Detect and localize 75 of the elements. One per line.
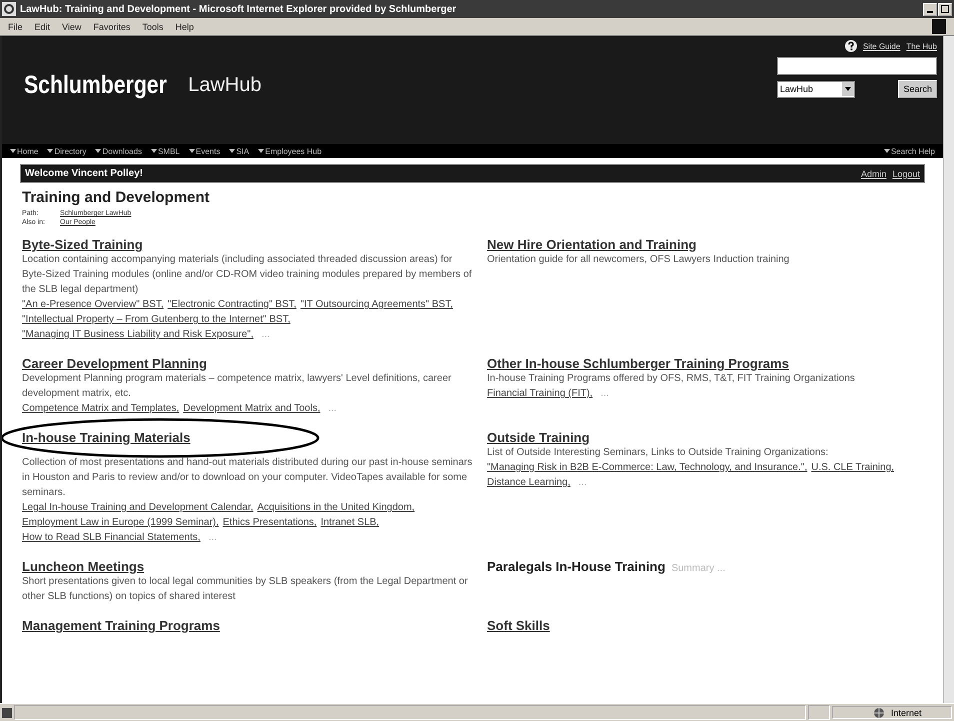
header-link[interactable]: The Hub	[906, 42, 937, 50]
resource-link[interactable]: "Intellectual Property – From Gutenberg to the Internet" BST,	[22, 312, 290, 327]
page-icon	[2, 708, 12, 718]
resource-link[interactable]: How to Read SLB Financial Statements,	[22, 530, 200, 545]
resource-link[interactable]: Intranet SLB,	[320, 515, 380, 530]
section-description: List of Outside Interesting Seminars, Links to Outside Training Organizations:	[487, 446, 830, 460]
logo-text: Schlumberger	[24, 70, 167, 100]
section-title-link[interactable]: Luncheon Meetings	[22, 559, 144, 574]
resource-link[interactable]: Financial Training (FIT),	[487, 386, 593, 401]
triangle-icon	[258, 148, 264, 154]
section-description: Collection of most presentations and hand-out materials distributed during our past in-house seminars in Houston and Paris to review and/or to download on your computer. VideoTapes available for some seminars.	[22, 456, 473, 500]
section-description: Short presentations given to local legal communities by SLB speakers (from the Legal Department or other SLB functions) on topics of shared interest	[22, 575, 469, 604]
menu-item[interactable]: Help	[175, 22, 194, 32]
resource-link[interactable]: "An e-Presence Overview" BST,	[22, 297, 164, 312]
resource-link[interactable]: Acquisitions in the United Kingdom,	[257, 500, 415, 515]
search-button[interactable]: Search	[898, 80, 937, 98]
maximize-button[interactable]	[938, 2, 952, 16]
nav-link[interactable]: Events	[188, 146, 220, 156]
section-title-link[interactable]: Outside Training	[487, 430, 590, 445]
nav-link[interactable]: Directory	[47, 146, 86, 156]
nav-link[interactable]: Home	[10, 146, 38, 156]
resource-link[interactable]: U.S. CLE Training,	[811, 460, 894, 475]
section-title-link[interactable]: Other In-house Schlumberger Training Programs	[487, 356, 789, 371]
triangle-icon	[95, 148, 102, 154]
page-title: Training and Development	[22, 189, 211, 206]
help-icon[interactable]	[844, 40, 857, 52]
account-link[interactable]: Logout	[892, 168, 920, 178]
window-title: LawHub: Training and Development - Microsoft Internet Explorer provided by Schlumberger	[20, 4, 458, 14]
section-description: In-house Training Programs offered by OFS, RMS, T&T, FIT Training Organizations	[487, 372, 856, 386]
section-title-link[interactable]: Soft Skills	[487, 618, 550, 633]
resource-link[interactable]: Legal In-house Training and Development Calendar,	[22, 500, 254, 515]
triangle-icon	[47, 148, 54, 154]
triangle-icon	[150, 148, 157, 154]
search-help-link[interactable]: Search Help	[884, 146, 935, 156]
globe-icon	[873, 706, 885, 718]
search-field[interactable]	[777, 57, 937, 75]
product-name: LawHub	[188, 74, 262, 96]
triangle-icon	[188, 148, 195, 154]
resource-link[interactable]: "Managing IT Business Liability and Risk Exposure",	[22, 327, 254, 342]
nav-link[interactable]: Employees Hub	[258, 146, 322, 156]
nav-link[interactable]: SIA	[229, 146, 250, 156]
nav-link[interactable]: Downloads	[95, 146, 142, 156]
header-link[interactable]: Site Guide	[862, 42, 900, 50]
resource-link[interactable]: "Electronic Contracting" BST,	[168, 297, 296, 312]
section-description: Orientation guide for all newcomers, OFS Lawyers Induction training	[487, 253, 790, 267]
maximize-icon	[941, 5, 949, 13]
menu-item[interactable]: View	[62, 22, 82, 32]
resource-link[interactable]: Ethics Presentations,	[222, 515, 317, 530]
section-description: Development Planning program materials – competence matrix, lawyers' Level definitions, career development matrix, etc.	[22, 372, 452, 401]
section-title-link[interactable]: Career Development Planning	[22, 356, 207, 371]
section-title-link[interactable]: Byte-Sized Training	[22, 237, 143, 252]
resource-link[interactable]: Distance Learning,	[487, 475, 570, 490]
account-link[interactable]: Admin	[860, 168, 886, 178]
section-title-link[interactable]: In-house Training Materials	[22, 430, 190, 445]
resource-link[interactable]: Employment Law in Europe (1999 Seminar),	[22, 515, 219, 530]
triangle-icon	[10, 148, 16, 154]
section-title: Paralegals In-House Training	[487, 559, 666, 574]
section-title-link[interactable]: New Hire Orientation and Training	[487, 237, 696, 252]
nav-link[interactable]: SMBL	[150, 146, 180, 156]
resource-link[interactable]: Competence Matrix and Templates,	[22, 401, 180, 416]
welcome-text: Welcome Vincent Polley!	[25, 168, 144, 179]
section-description: Location containing accompanying materials (including associated threaded discussion areas) for Byte-Sized Training modules (online and/or CD-ROM video training modules prepared by members of the SLB legal department)	[22, 253, 473, 297]
scope-dropdown[interactable]: LawHub	[777, 80, 855, 98]
resource-link[interactable]: "Managing Risk in B2B E-Commerce: Law, Technology, and Insurance.",	[487, 460, 808, 475]
menu-item[interactable]: Favorites	[93, 22, 130, 32]
menu-item[interactable]: Edit	[34, 22, 50, 32]
resource-link[interactable]: Development Matrix and Tools,	[183, 401, 320, 416]
section-title-link[interactable]: Management Training Programs	[22, 618, 220, 633]
menu-item[interactable]: Tools	[142, 22, 164, 32]
menu-item[interactable]: File	[8, 22, 23, 32]
triangle-icon	[884, 148, 890, 154]
triangle-icon	[229, 148, 236, 154]
minimize-button[interactable]	[923, 2, 937, 16]
zone-text: Internet	[891, 708, 922, 718]
resource-link[interactable]: "IT Outsourcing Agreements" BST,	[300, 297, 453, 312]
